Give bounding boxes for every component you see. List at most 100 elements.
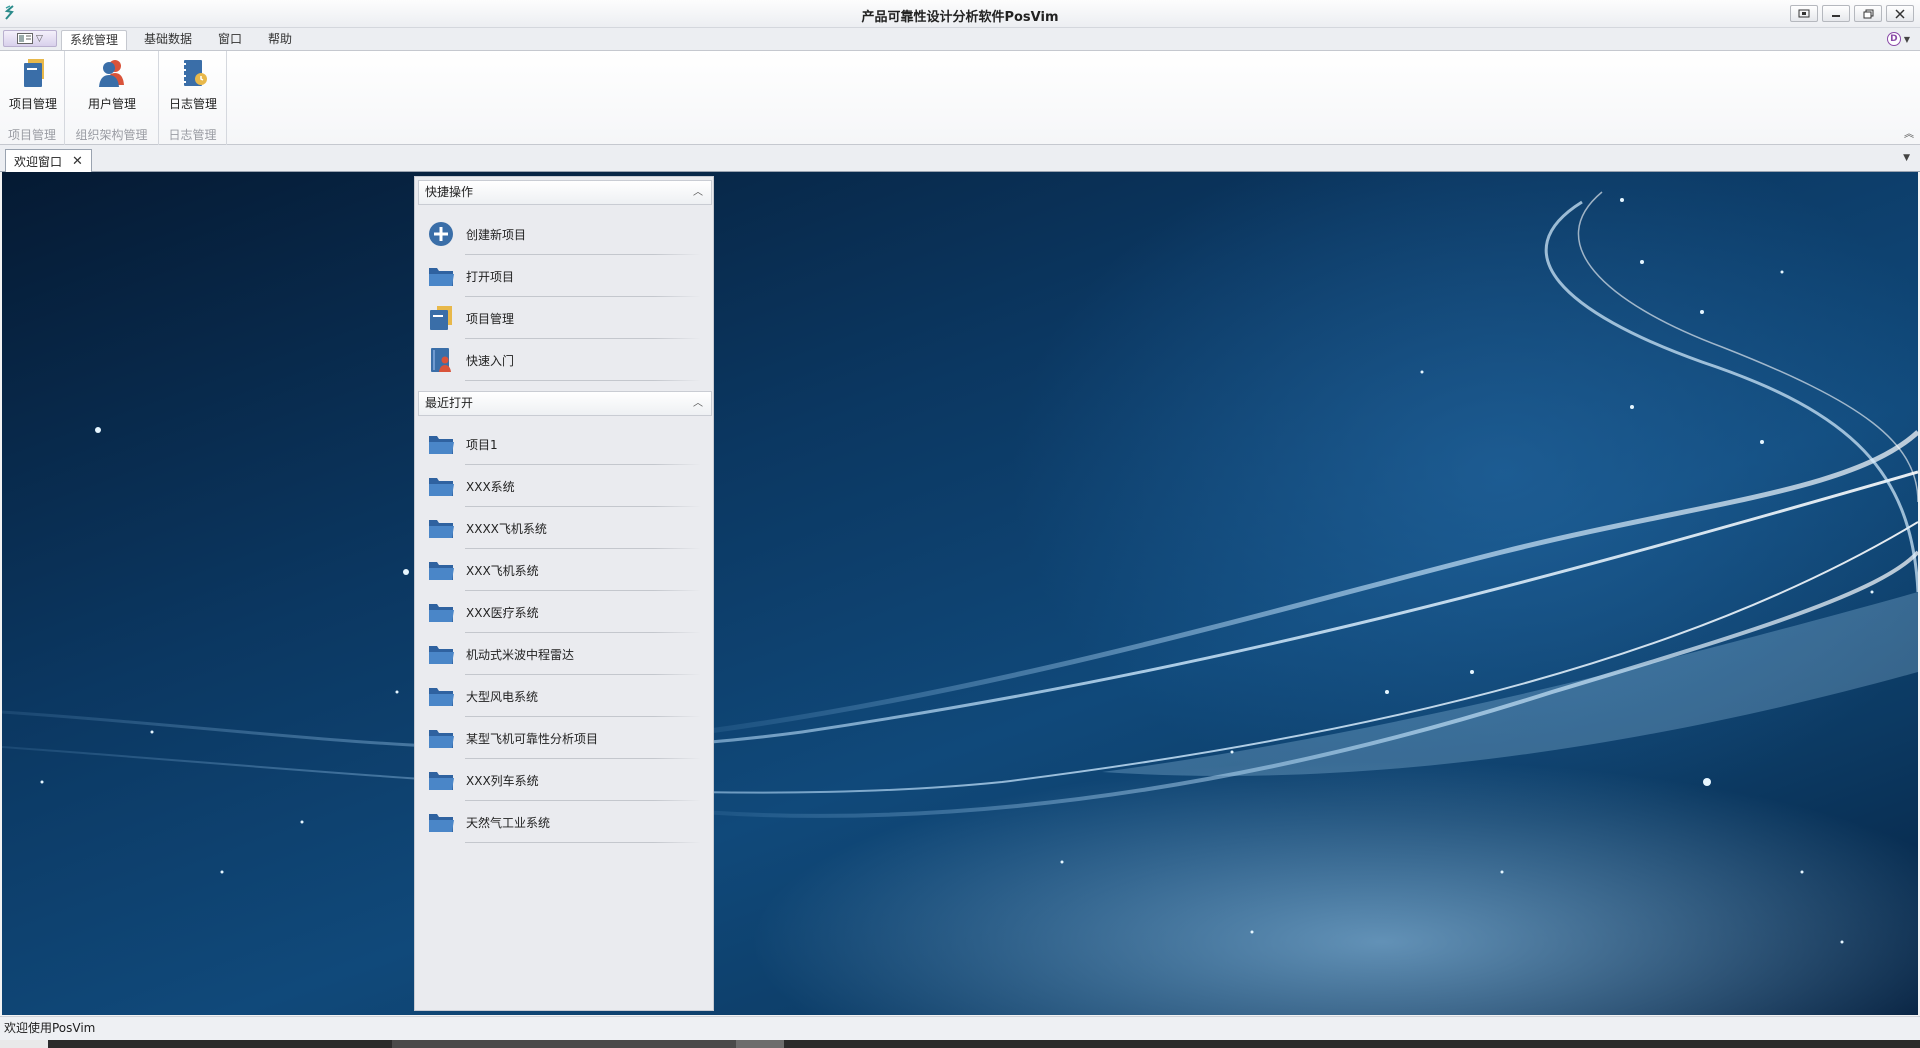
tab-window[interactable]: 窗口 (210, 30, 250, 50)
recent-header[interactable]: 最近打开 ︿ (418, 391, 712, 416)
close-button[interactable] (1886, 5, 1914, 22)
tabs-dropdown-icon[interactable]: ▼ (1903, 153, 1910, 163)
welcome-background (2, 172, 1918, 1015)
user-menu[interactable]: D ▼ (1886, 32, 1910, 46)
background-waves (2, 191, 1918, 944)
folder-icon (429, 772, 454, 790)
book-user-icon (431, 348, 451, 372)
title-bar: 产品可靠性设计分析软件PosVim (0, 0, 1920, 28)
recent-item[interactable]: XXX列车系统 (415, 759, 715, 801)
quick-item-quick-start[interactable]: 快速入门 (415, 339, 715, 381)
doc-tab-label: 欢迎窗口 (14, 154, 63, 169)
recent-item-label: 某型飞机可靠性分析项目 (466, 732, 599, 746)
quick-item-open-project[interactable]: 打开项目 (415, 255, 715, 297)
folder-icon (429, 562, 454, 580)
ribbon-collapse-icon[interactable]: ︽ (1904, 125, 1914, 140)
recent-item-label: XXX飞机系统 (466, 564, 539, 578)
log-manage-ribbon-button[interactable]: 日志管理 (160, 55, 226, 112)
folder-icon (429, 688, 454, 706)
ribbon-group-label: 组织架构管理 (75, 128, 148, 142)
taskbar (0, 1040, 1920, 1048)
recent-item[interactable]: XXX飞机系统 (415, 549, 715, 591)
folder-icon (429, 436, 454, 454)
project-manage-icon (430, 306, 452, 330)
ribbon-group-org: 用户管理 组织架构管理 (65, 51, 159, 145)
recent-item[interactable]: 机动式米波中程雷达 (415, 633, 715, 675)
recent-item[interactable]: XXX系统 (415, 465, 715, 507)
folder-icon (429, 268, 454, 286)
recent-item-label: 项目1 (466, 438, 498, 452)
doc-tab-welcome[interactable]: 欢迎窗口 ✕ (5, 149, 92, 172)
recent-item-label: XXX医疗系统 (466, 606, 539, 620)
chevron-down-icon: ▼ (1903, 34, 1910, 44)
quick-panel: 快捷操作 ︿ 创建新项目 打开项目 项目管理 快速入门 最近打开 ︿ 项目1 X… (414, 176, 714, 1011)
recent-item-label: XXX列车系统 (466, 774, 539, 788)
recent-item[interactable]: XXX医疗系统 (415, 591, 715, 633)
fullscreen-icon (1798, 9, 1810, 18)
ribbon-group-log: 日志管理 日志管理 (159, 51, 227, 145)
folder-icon (429, 646, 454, 664)
log-manage-icon (182, 60, 207, 86)
collapse-icon[interactable]: ︿ (693, 181, 703, 204)
close-icon[interactable]: ✕ (72, 154, 83, 169)
quick-item-label: 创建新项目 (466, 228, 527, 242)
ribbon: 项目管理 项目管理 用户管理 组织架构管理 日志管理 日志管理 ︽ (0, 50, 1920, 145)
recent-item[interactable]: 项目1 (415, 423, 715, 465)
quick-item-label: 快速入门 (466, 354, 515, 368)
user-manage-ribbon-button[interactable]: 用户管理 (79, 55, 145, 112)
layout-icon (17, 33, 34, 44)
menu-bar: ▽ 系统管理 基础数据 窗口 帮助 D ▼ (0, 28, 1920, 51)
minimize-button[interactable] (1822, 5, 1850, 22)
quick-ops-title: 快捷操作 (425, 185, 474, 199)
minimize-icon (1832, 15, 1840, 17)
ribbon-button-label: 日志管理 (168, 97, 217, 111)
recent-title: 最近打开 (425, 396, 474, 410)
restore-button[interactable] (1854, 5, 1882, 22)
window-controls (1790, 5, 1914, 22)
ribbon-button-label: 项目管理 (8, 97, 57, 111)
folder-icon (429, 604, 454, 622)
recent-item[interactable]: 天然气工业系统 (415, 801, 715, 843)
ribbon-group-label: 项目管理 (7, 128, 56, 142)
quick-item-project-manage[interactable]: 项目管理 (415, 297, 715, 339)
recent-item[interactable]: 大型风电系统 (415, 675, 715, 717)
folder-icon (429, 478, 454, 496)
ribbon-group-label: 日志管理 (168, 128, 217, 142)
quick-ops-header[interactable]: 快捷操作 ︿ (418, 180, 712, 205)
recent-item[interactable]: 某型飞机可靠性分析项目 (415, 717, 715, 759)
app-menu-button[interactable]: ▽ (3, 30, 57, 47)
recent-item-label: XXXX飞机系统 (466, 522, 547, 536)
status-text: 欢迎使用PosVim (4, 1021, 96, 1035)
folder-icon (429, 520, 454, 538)
document-tab-bar: 欢迎窗口 ✕ ▼ (0, 145, 1920, 172)
recent-item-label: 天然气工业系统 (466, 816, 551, 830)
chevron-down-icon: ▽ (36, 33, 43, 44)
recent-item-label: 机动式米波中程雷达 (466, 648, 575, 662)
close-icon (1895, 8, 1905, 19)
project-manage-icon (24, 59, 44, 87)
folder-icon (429, 730, 454, 748)
quick-item-create-project[interactable]: 创建新项目 (415, 213, 715, 255)
recent-item[interactable]: XXXX飞机系统 (415, 507, 715, 549)
restore-icon (1863, 9, 1873, 18)
project-manage-ribbon-button[interactable]: 项目管理 (0, 55, 66, 112)
window-title: 产品可靠性设计分析软件PosVim (861, 10, 1059, 25)
quick-item-label: 打开项目 (466, 270, 515, 284)
recent-item-label: XXX系统 (466, 480, 515, 494)
status-bar: 欢迎使用PosVim (0, 1016, 1920, 1040)
tab-basic-data[interactable]: 基础数据 (136, 30, 200, 50)
folder-icon (429, 814, 454, 832)
user-avatar-icon: D (1886, 32, 1901, 46)
divider (465, 842, 701, 843)
plus-circle-icon (429, 222, 453, 246)
ribbon-group-project: 项目管理 项目管理 (0, 51, 65, 145)
fullscreen-button[interactable] (1790, 5, 1818, 22)
tab-system-manage[interactable]: 系统管理 (61, 30, 128, 51)
tab-help[interactable]: 帮助 (260, 30, 300, 50)
ribbon-button-label: 用户管理 (87, 97, 136, 111)
divider (465, 380, 701, 381)
user-manage-icon (99, 60, 124, 87)
collapse-icon[interactable]: ︿ (693, 392, 703, 415)
quick-item-label: 项目管理 (466, 312, 515, 326)
recent-item-label: 大型风电系统 (466, 690, 539, 704)
